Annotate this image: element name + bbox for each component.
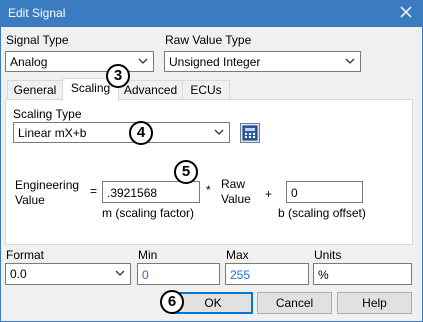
annotation-badge-4: 4 — [129, 121, 153, 145]
engineering-value-label-line1: Engineering — [15, 178, 80, 192]
scaling-offset-caption: b (scaling offset) — [278, 206, 366, 220]
scaling-type-dropdown[interactable]: Linear mX+b — [13, 122, 230, 143]
tab-general[interactable]: General — [7, 80, 63, 100]
annotation-badge-6: 6 — [160, 290, 184, 314]
chevron-down-icon — [115, 270, 125, 277]
format-label: Format — [6, 248, 45, 262]
units-label: Units — [314, 248, 342, 262]
min-input[interactable]: 0 — [137, 263, 220, 285]
equals-sign: = — [90, 184, 98, 198]
annotation-badge-5: 5 — [174, 160, 198, 184]
scaling-offset-input[interactable]: 0 — [286, 181, 363, 203]
raw-value-label-line2: Value — [221, 192, 251, 206]
scaling-type-label: Scaling Type — [13, 107, 82, 121]
scaling-factor-caption: m (scaling factor) — [102, 206, 195, 220]
chevron-down-icon — [138, 58, 148, 65]
min-label: Min — [138, 248, 158, 262]
window-title: Edit Signal — [8, 6, 66, 20]
units-value: % — [318, 268, 329, 282]
min-value: 0 — [142, 268, 149, 282]
raw-value-label-line1: Raw — [221, 177, 246, 191]
chevron-down-icon — [214, 129, 224, 136]
help-button[interactable]: Help — [337, 292, 412, 314]
chevron-down-icon — [345, 58, 355, 65]
tab-ecus[interactable]: ECUs — [182, 80, 230, 100]
format-value: 0.0 — [10, 267, 27, 281]
engineering-value-label-line2: Value — [15, 193, 45, 207]
raw-value-type-label: Raw Value Type — [165, 33, 252, 47]
scaling-factor-value: .3921568 — [107, 186, 158, 200]
scaling-type-value: Linear mX+b — [18, 126, 87, 140]
max-label: Max — [226, 248, 249, 262]
scaling-factor-input[interactable]: .3921568 — [102, 181, 200, 203]
signal-type-label: Signal Type — [6, 33, 69, 47]
cancel-button[interactable]: Cancel — [257, 292, 332, 314]
close-icon[interactable] — [394, 2, 418, 24]
signal-type-value: Analog — [10, 55, 48, 69]
scaling-offset-value: 0 — [291, 186, 298, 200]
units-input[interactable]: % — [313, 263, 412, 285]
max-input[interactable]: 255 — [225, 263, 309, 285]
plus-sign: + — [265, 187, 273, 201]
multiply-sign: * — [206, 183, 211, 197]
annotation-badge-3: 3 — [106, 64, 130, 88]
format-dropdown[interactable]: 0.0 — [5, 263, 131, 285]
raw-value-type-dropdown[interactable]: Unsigned Integer — [164, 51, 361, 72]
calculator-icon[interactable] — [240, 123, 260, 143]
raw-value-type-value: Unsigned Integer — [169, 55, 261, 69]
ok-button[interactable]: OK — [173, 292, 253, 314]
tab-advanced[interactable]: Advanced — [118, 80, 183, 100]
max-value: 255 — [230, 268, 251, 282]
signal-type-dropdown[interactable]: Analog — [5, 51, 154, 72]
